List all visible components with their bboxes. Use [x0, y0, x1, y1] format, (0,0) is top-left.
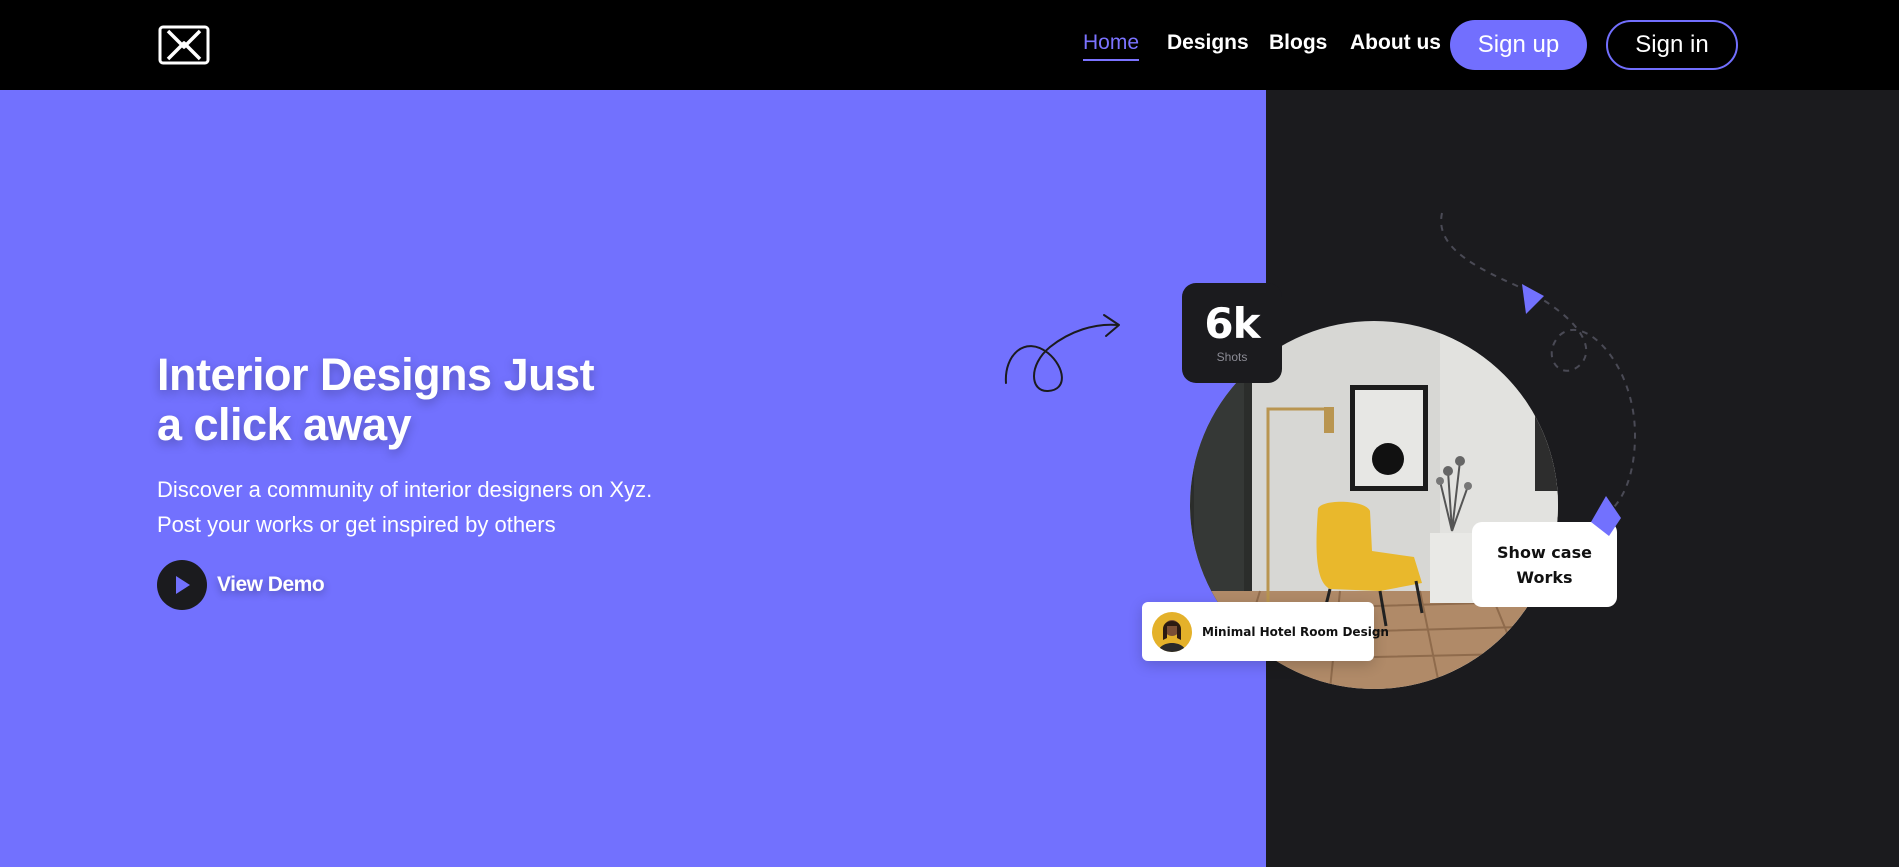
triangle-decoration-icon — [1522, 284, 1544, 314]
shots-value: 6k — [1204, 299, 1260, 348]
shots-label: Shots — [1216, 350, 1248, 364]
showcase-line-1: Show case — [1497, 542, 1592, 562]
scribble-arrow-icon — [1004, 314, 1120, 393]
design-preview-card[interactable]: Minimal Hotel Room Design — [1142, 602, 1389, 661]
x-logo-icon[interactable] — [158, 25, 210, 65]
design-preview-title: Minimal Hotel Room Design — [1202, 624, 1389, 639]
view-demo-label[interactable]: View Demo — [217, 573, 325, 597]
hero-subtitle-line-1: Discover a community of interior designe… — [157, 477, 653, 502]
nav-blogs[interactable]: Blogs — [1269, 31, 1327, 55]
nav-about-us[interactable]: About us — [1350, 31, 1441, 55]
hero-subtitle: Discover a community of interior designe… — [157, 472, 757, 542]
site-header: Home Designs Blogs About us Sign up Sign… — [0, 0, 1899, 90]
play-icon[interactable] — [157, 560, 207, 610]
hero-subtitle-line-2: Post your works or get inspired by other… — [157, 512, 556, 537]
view-demo-button[interactable]: View Demo — [157, 560, 325, 610]
hero-title-line-1: Interior Designs Just — [157, 349, 595, 400]
sign-in-button[interactable]: Sign in — [1606, 20, 1738, 70]
nav-designs[interactable]: Designs — [1167, 31, 1249, 55]
hero-title-line-2: a click away — [157, 399, 412, 450]
showcase-line-2: Works — [1516, 567, 1573, 587]
avatar — [1152, 611, 1192, 652]
sign-up-button[interactable]: Sign up — [1450, 20, 1587, 70]
diamond-decoration-icon — [1591, 496, 1621, 536]
hero-title: Interior Designs Just a click away — [157, 350, 757, 450]
shots-stat-card: 6k Shots — [1182, 283, 1282, 383]
nav-home[interactable]: Home — [1083, 31, 1140, 61]
